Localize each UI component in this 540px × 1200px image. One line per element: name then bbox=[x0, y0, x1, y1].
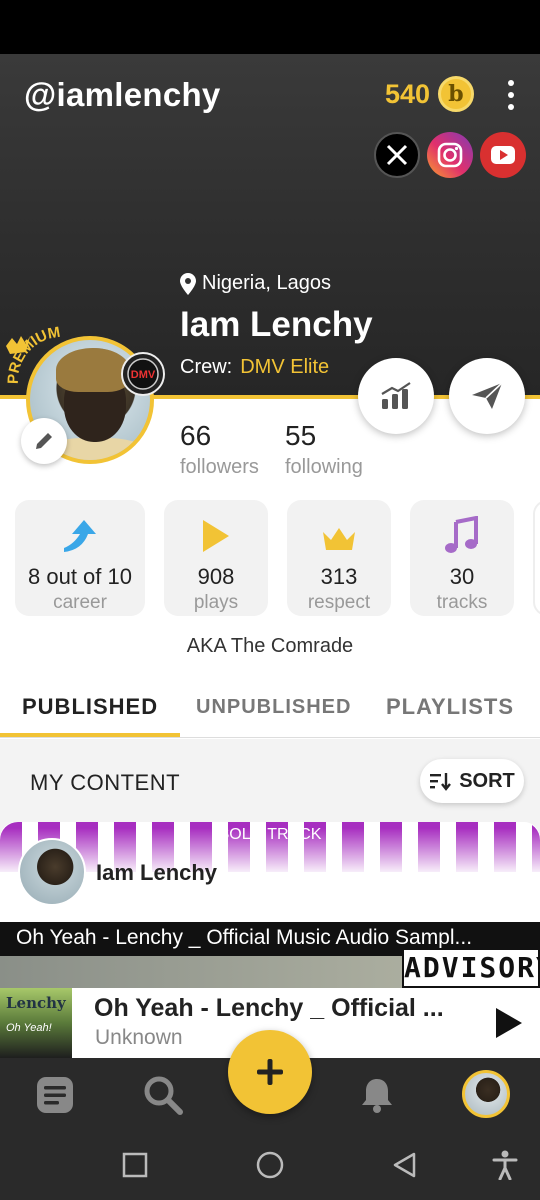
stat-value: 313 bbox=[320, 564, 358, 589]
stat-label: plays bbox=[193, 592, 239, 613]
stat-label: tracks bbox=[436, 592, 488, 613]
status-bar bbox=[0, 0, 540, 54]
stat-value: 30 bbox=[449, 564, 475, 589]
my-content-heading: MY CONTENT bbox=[30, 770, 181, 795]
mini-player-cover[interactable]: Lenchy Oh Yeah! bbox=[0, 988, 72, 1058]
stat-card-plays[interactable]: 908 plays bbox=[164, 500, 268, 616]
coin-balance[interactable]: 540 b bbox=[385, 76, 474, 112]
crew-info[interactable]: Crew: DMV Elite bbox=[180, 356, 329, 379]
sort-button[interactable]: SORT bbox=[420, 759, 524, 803]
instagram-icon[interactable] bbox=[427, 132, 473, 178]
coin-count: 540 bbox=[384, 78, 430, 109]
profile-nav-avatar[interactable] bbox=[462, 1070, 510, 1118]
career-up-arrow-icon bbox=[64, 520, 96, 552]
stat-label: career bbox=[53, 592, 107, 613]
stat-card-tracks[interactable]: 30 tracks bbox=[410, 500, 514, 616]
system-navigation-bar bbox=[0, 1130, 540, 1200]
stat-card-respect[interactable]: 313 respect bbox=[287, 500, 391, 616]
sort-icon bbox=[430, 773, 452, 791]
more-options-icon[interactable] bbox=[506, 80, 516, 110]
followers-count: 66 bbox=[180, 420, 212, 451]
tab-playlists[interactable]: PLAYLISTS bbox=[386, 694, 514, 720]
track-artist-name[interactable]: Iam Lenchy bbox=[96, 860, 217, 886]
play-icon bbox=[203, 520, 229, 552]
mini-cover-text-bottom: Oh Yeah! bbox=[6, 1022, 52, 1034]
crew-name[interactable]: DMV Elite bbox=[240, 356, 329, 378]
crown-icon bbox=[323, 528, 355, 550]
back-icon[interactable] bbox=[390, 1150, 420, 1180]
active-tab-indicator bbox=[0, 733, 180, 737]
svg-text:DMV: DMV bbox=[131, 369, 156, 381]
track-type-label: SOLO TRACK bbox=[218, 826, 322, 843]
youtube-icon[interactable] bbox=[480, 132, 526, 178]
bar-chart-icon bbox=[381, 382, 411, 409]
followers-stat[interactable]: 66 followers bbox=[180, 420, 259, 479]
coin-icon: b bbox=[438, 76, 474, 112]
track-card[interactable]: SOLO TRACK Iam Lenchy bbox=[0, 822, 540, 922]
parental-advisory-label: ADVISORY bbox=[402, 948, 540, 988]
stat-value: 908 bbox=[197, 564, 235, 589]
x-icon[interactable] bbox=[374, 132, 420, 178]
stat-label: respect bbox=[307, 592, 371, 613]
recent-apps-icon[interactable] bbox=[120, 1150, 150, 1180]
accessibility-icon[interactable] bbox=[490, 1150, 520, 1180]
tab-unpublished[interactable]: UNPUBLISHED bbox=[196, 696, 351, 719]
followers-label: followers bbox=[180, 456, 259, 478]
sort-label: SORT bbox=[459, 769, 515, 792]
stat-value: 8 out of 10 bbox=[28, 564, 132, 589]
edit-profile-button[interactable] bbox=[21, 418, 67, 464]
stat-label: be bbox=[535, 564, 540, 586]
stat-card-career[interactable]: 8 out of 10 career bbox=[15, 500, 145, 616]
svg-text:PREMIUM: PREMIUM bbox=[5, 324, 62, 385]
following-count: 55 bbox=[285, 420, 317, 451]
music-note-icon bbox=[445, 516, 478, 553]
crew-label: Crew: bbox=[180, 356, 233, 378]
track-artist-avatar[interactable] bbox=[18, 838, 86, 906]
profile-name: Iam Lenchy bbox=[180, 305, 373, 344]
location: Nigeria, Lagos bbox=[180, 272, 331, 295]
feed-icon[interactable] bbox=[32, 1072, 78, 1118]
plus-icon bbox=[257, 1059, 283, 1085]
track-title[interactable]: Oh Yeah - Lenchy _ Official Music Audio … bbox=[16, 926, 528, 950]
create-button[interactable] bbox=[228, 1030, 312, 1114]
crew-badge-icon: DMV bbox=[121, 352, 165, 396]
profile-handle: @iamlenchy bbox=[24, 76, 221, 113]
notifications-bell-icon[interactable] bbox=[354, 1072, 400, 1118]
content-tabs: PUBLISHED UNPUBLISHED PLAYLISTS bbox=[0, 680, 540, 738]
paper-plane-icon bbox=[472, 382, 503, 409]
location-text: Nigeria, Lagos bbox=[202, 272, 331, 294]
location-pin-icon bbox=[180, 272, 196, 295]
search-icon[interactable] bbox=[140, 1072, 186, 1118]
premium-badge: PREMIUM bbox=[5, 324, 62, 385]
mini-player-title: Oh Yeah - Lenchy _ Official ... bbox=[94, 994, 444, 1022]
pencil-icon bbox=[36, 433, 52, 449]
tab-published[interactable]: PUBLISHED bbox=[22, 694, 158, 720]
following-stat[interactable]: 55 following bbox=[285, 420, 363, 479]
stats-button[interactable] bbox=[358, 358, 434, 434]
mini-cover-text-top: Lenchy bbox=[6, 994, 66, 1012]
premium-label: PREMIUM bbox=[5, 324, 62, 385]
stat-card-partial[interactable]: be bbox=[533, 500, 540, 616]
play-icon[interactable] bbox=[494, 1006, 524, 1040]
send-message-button[interactable] bbox=[449, 358, 525, 434]
aka-text: AKA The Comrade bbox=[186, 635, 354, 657]
home-icon[interactable] bbox=[255, 1150, 285, 1180]
following-label: following bbox=[285, 456, 363, 478]
stats-cards: 8 out of 10 career 908 plays 313 respect… bbox=[15, 500, 540, 616]
mini-player-subtitle: Unknown bbox=[95, 1026, 183, 1049]
